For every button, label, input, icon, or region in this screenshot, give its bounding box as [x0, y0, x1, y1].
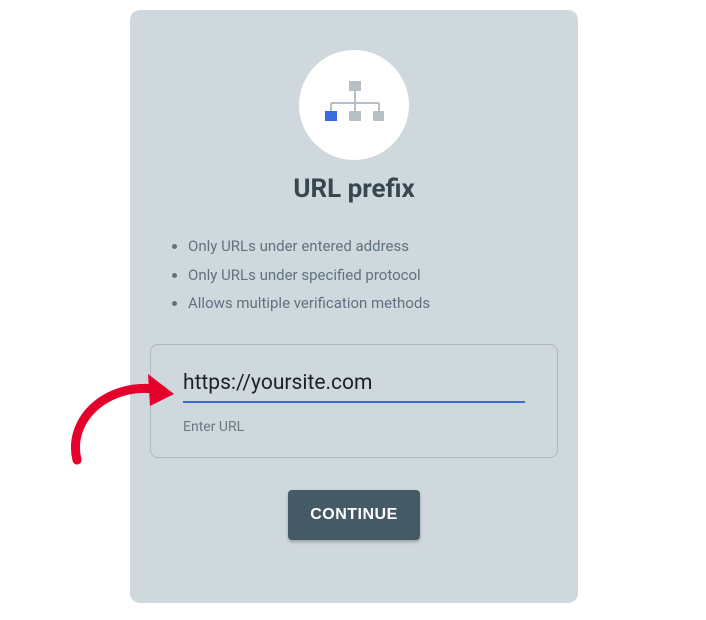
- sitemap-icon-wrapper: [299, 50, 409, 160]
- list-item: Allows multiple verification methods: [188, 289, 430, 318]
- url-input[interactable]: [183, 369, 525, 403]
- list-item: Only URLs under specified protocol: [188, 261, 430, 290]
- feature-list: Only URLs under entered address Only URL…: [188, 232, 430, 318]
- property-type-card: URL prefix Only URLs under entered addre…: [130, 10, 578, 603]
- url-input-container: Enter URL: [150, 344, 558, 458]
- input-helper-text: Enter URL: [183, 419, 525, 435]
- list-item: Only URLs under entered address: [188, 232, 430, 261]
- sitemap-icon: [324, 81, 384, 129]
- continue-button[interactable]: CONTINUE: [288, 490, 420, 540]
- card-title: URL prefix: [293, 174, 414, 204]
